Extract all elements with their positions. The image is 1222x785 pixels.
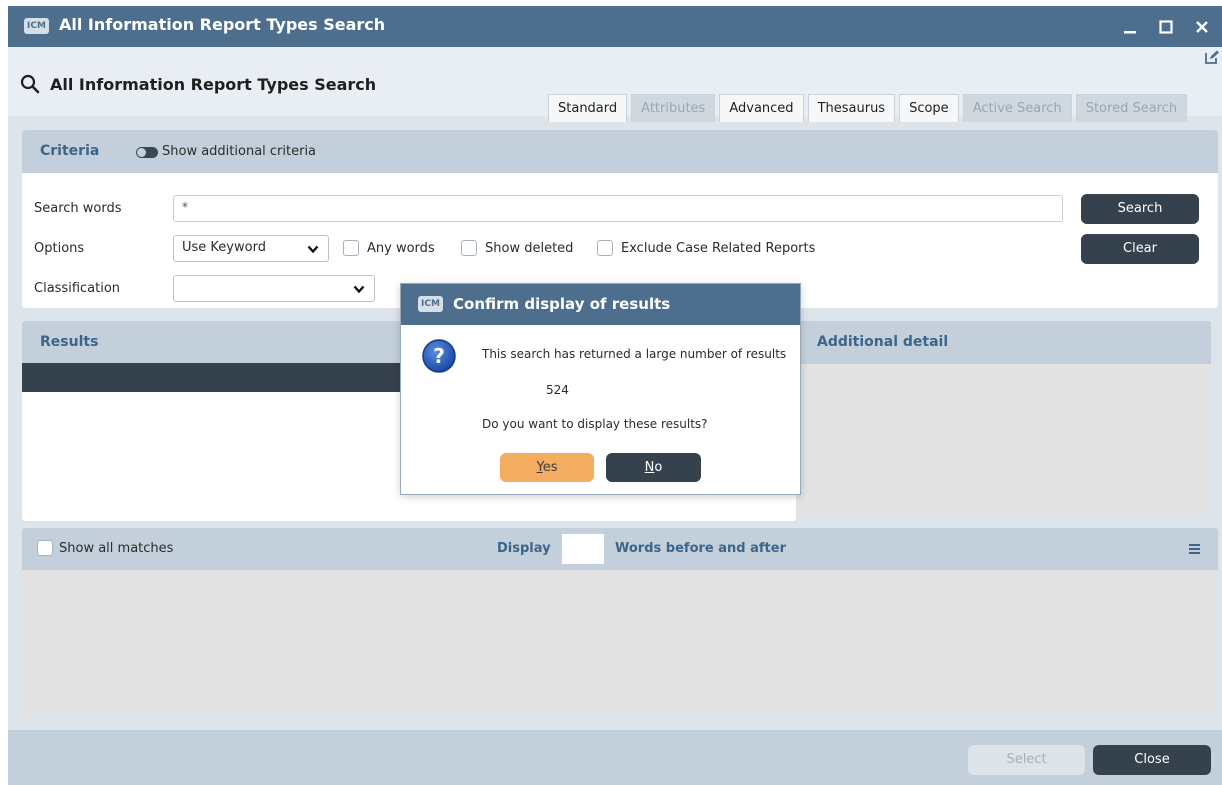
tab-active-search[interactable]: Active Search	[962, 94, 1072, 122]
display-label: Display	[497, 541, 551, 556]
dialog-question: Do you want to display these results?	[482, 417, 708, 431]
window-footer: Select Close	[8, 730, 1222, 785]
classification-label: Classification	[34, 281, 121, 296]
additional-criteria-toggle[interactable]	[136, 147, 158, 158]
svg-text:?: ?	[433, 344, 445, 368]
no-mnemonic: N	[644, 460, 655, 475]
result-count: 524	[546, 383, 569, 397]
menu-icon[interactable]	[1189, 544, 1200, 554]
tab-thesaurus[interactable]: Thesaurus	[807, 94, 896, 122]
clear-button[interactable]: Clear	[1081, 234, 1199, 264]
additional-detail-panel: Additional detail	[798, 321, 1211, 516]
chevron-down-icon	[353, 285, 365, 294]
popout-edit-button[interactable]	[1204, 49, 1220, 69]
any-words-label: Any words	[367, 240, 435, 256]
additional-criteria-label: Show additional criteria	[162, 144, 317, 159]
show-deleted-label: Show deleted	[485, 240, 574, 256]
app-logo: ICM	[24, 18, 49, 34]
no-button[interactable]: No	[606, 453, 701, 482]
checkbox-box[interactable]	[343, 240, 359, 256]
select-button[interactable]: Select	[968, 745, 1085, 775]
yes-button[interactable]: Yes	[500, 453, 594, 482]
tab-attributes[interactable]: Attributes	[631, 94, 716, 122]
maximize-icon	[1159, 19, 1173, 34]
criteria-title: Criteria	[40, 143, 100, 159]
results-title: Results	[40, 334, 99, 350]
question-icon: ?	[422, 339, 456, 373]
minimize-button[interactable]	[1112, 6, 1148, 47]
exclude-case-label: Exclude Case Related Reports	[621, 240, 816, 256]
words-before-after-label: Words before and after	[615, 541, 786, 556]
search-words-label: Search words	[34, 201, 122, 216]
show-all-matches-label: Show all matches	[59, 541, 174, 556]
dialog-app-logo: ICM	[418, 296, 443, 312]
no-label: o	[654, 460, 663, 475]
chevron-down-icon	[307, 245, 319, 254]
options-label: Options	[34, 241, 85, 256]
close-button[interactable]: Close	[1093, 745, 1211, 775]
tab-scope[interactable]: Scope	[899, 94, 959, 122]
search-header: All Information Report Types Search Stan…	[8, 47, 1222, 122]
tab-advanced[interactable]: Advanced	[719, 94, 804, 122]
options-select[interactable]: Use Keyword	[173, 235, 329, 262]
exclude-case-checkbox[interactable]: Exclude Case Related Reports	[597, 240, 815, 256]
search-icon	[20, 74, 40, 94]
words-count-input[interactable]	[562, 534, 604, 564]
search-words-input[interactable]: *	[173, 195, 1063, 222]
show-all-matches-checkbox[interactable]	[37, 540, 53, 556]
close-window-button[interactable]	[1184, 6, 1220, 47]
checkbox-box[interactable]	[461, 240, 477, 256]
dialog-title: Confirm display of results	[453, 295, 671, 313]
options-selected-value: Use Keyword	[182, 240, 266, 255]
maximize-button[interactable]	[1148, 6, 1184, 47]
close-icon	[1196, 20, 1208, 33]
checkbox-box[interactable]	[597, 240, 613, 256]
window-title: All Information Report Types Search	[59, 15, 386, 34]
additional-detail-header: Additional detail	[798, 321, 1211, 364]
tab-stored-search[interactable]: Stored Search	[1075, 94, 1188, 122]
classification-select[interactable]	[173, 275, 375, 302]
window-titlebar: ICM All Information Report Types Search	[8, 6, 1222, 47]
criteria-panel: Criteria Show additional criteria Search…	[22, 130, 1218, 308]
criteria-header: Criteria Show additional criteria	[22, 130, 1218, 173]
show-deleted-checkbox[interactable]: Show deleted	[461, 240, 573, 256]
minimize-icon	[1124, 30, 1136, 33]
matches-content	[22, 570, 1218, 715]
search-tabs: Standard Attributes Advanced Thesaurus S…	[548, 94, 1191, 122]
tab-standard[interactable]: Standard	[548, 94, 628, 122]
dialog-message: This search has returned a large number …	[482, 347, 787, 361]
search-button[interactable]: Search	[1081, 194, 1199, 224]
page-title: All Information Report Types Search	[50, 74, 377, 94]
edit-icon	[1205, 50, 1219, 64]
additional-detail-title: Additional detail	[817, 334, 949, 350]
yes-label: es	[542, 460, 558, 475]
dialog-titlebar: ICM Confirm display of results	[401, 284, 800, 325]
matches-toolbar: Show all matches Display Words before an…	[22, 528, 1218, 570]
confirm-results-dialog: ICM Confirm display of results ? This se…	[400, 283, 801, 495]
page-title-row: All Information Report Types Search	[20, 74, 376, 94]
any-words-checkbox[interactable]: Any words	[343, 240, 435, 256]
